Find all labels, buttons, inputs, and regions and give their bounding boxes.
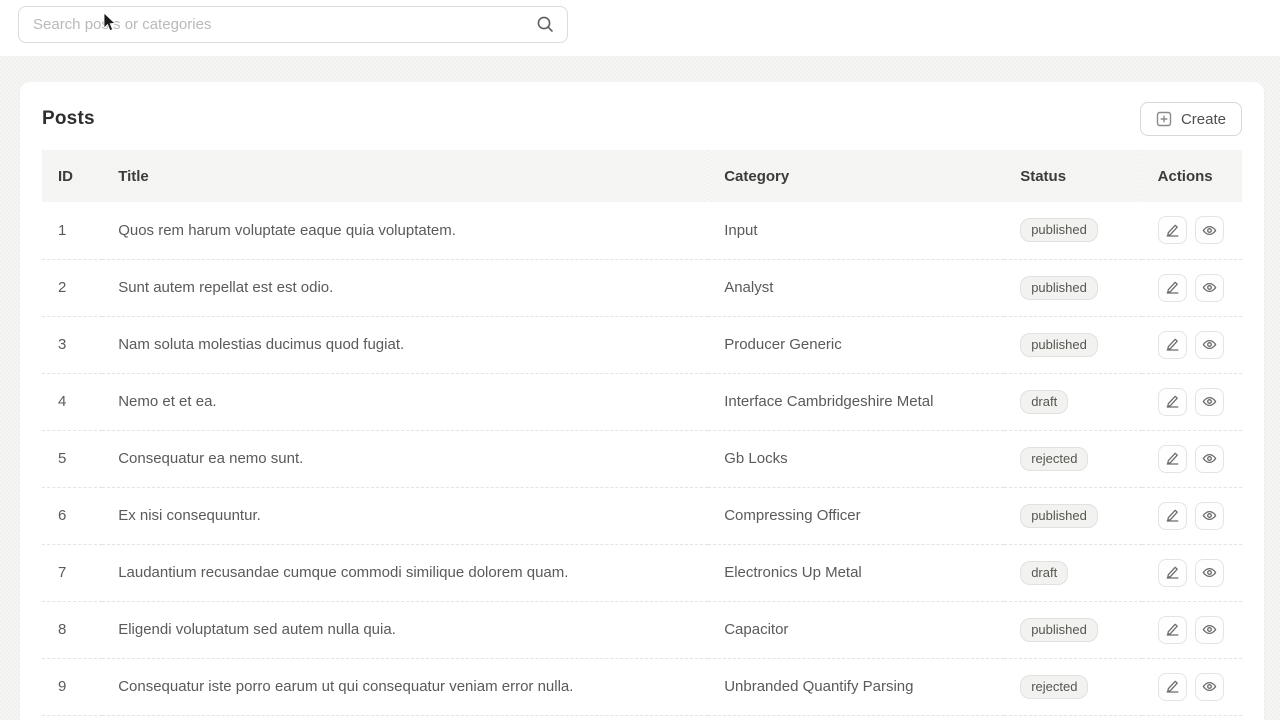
view-button[interactable] [1195,616,1224,644]
edit-button[interactable] [1158,216,1187,244]
post-id: 1 [42,202,102,259]
post-id: 3 [42,316,102,373]
create-button-label: Create [1181,111,1226,128]
table-row: 6 Ex nisi consequuntur. Compressing Offi… [42,487,1242,544]
pencil-icon [1165,451,1180,466]
page-background: Posts Create ID Titl [0,56,1280,720]
page-title: Posts [42,108,95,130]
edit-button[interactable] [1158,445,1187,473]
post-id: 7 [42,544,102,601]
status-badge: published [1020,504,1098,528]
column-header-id: ID [42,150,102,202]
table-row: 1 Quos rem harum voluptate eaque quia vo… [42,202,1242,259]
post-category: Analyst [708,259,1004,316]
post-title: Consequatur iste porro earum ut qui cons… [102,658,708,715]
view-button[interactable] [1195,388,1224,416]
create-button[interactable]: Create [1140,102,1242,136]
edit-button[interactable] [1158,502,1187,530]
view-button[interactable] [1195,274,1224,302]
view-button[interactable] [1195,559,1224,587]
post-category: Compressing Officer [708,487,1004,544]
eye-icon [1202,337,1217,352]
post-id: 5 [42,430,102,487]
table-row: 7 Laudantium recusandae cumque commodi s… [42,544,1242,601]
status-badge: rejected [1020,447,1088,471]
post-title: Laudantium recusandae cumque commodi sim… [102,544,708,601]
post-category: Producer Generic [708,316,1004,373]
eye-icon [1202,451,1217,466]
eye-icon [1202,565,1217,580]
search-input[interactable] [18,6,568,43]
post-id: 6 [42,487,102,544]
column-header-status: Status [1004,150,1141,202]
pencil-icon [1165,508,1180,523]
column-header-category: Category [708,150,1004,202]
edit-button[interactable] [1158,331,1187,359]
edit-button[interactable] [1158,274,1187,302]
pencil-icon [1165,679,1180,694]
post-category: Input [708,202,1004,259]
table-row: 5 Consequatur ea nemo sunt. Gb Locks rej… [42,430,1242,487]
table-row: 4 Nemo et et ea. Interface Cambridgeshir… [42,373,1242,430]
pencil-icon [1165,337,1180,352]
pencil-icon [1165,394,1180,409]
view-button[interactable] [1195,216,1224,244]
view-button[interactable] [1195,331,1224,359]
pencil-icon [1165,622,1180,637]
edit-button[interactable] [1158,616,1187,644]
post-category: Interface Cambridgeshire Metal [708,373,1004,430]
post-title: Consequatur ea nemo sunt. [102,430,708,487]
status-badge: published [1020,218,1098,242]
post-title: Quos rem harum voluptate eaque quia volu… [102,202,708,259]
edit-button[interactable] [1158,559,1187,587]
eye-icon [1202,508,1217,523]
post-title: Sunt autem repellat est est odio. [102,259,708,316]
edit-button[interactable] [1158,673,1187,701]
eye-icon [1202,223,1217,238]
post-category: Gb Locks [708,430,1004,487]
table-row: 3 Nam soluta molestias ducimus quod fugi… [42,316,1242,373]
post-id: 8 [42,601,102,658]
status-badge: rejected [1020,675,1088,699]
post-title: Nemo et et ea. [102,373,708,430]
plus-square-icon [1156,111,1172,127]
post-title: Ex nisi consequuntur. [102,487,708,544]
post-id: 2 [42,259,102,316]
table-row: 8 Eligendi voluptatum sed autem nulla qu… [42,601,1242,658]
pencil-icon [1165,223,1180,238]
search-field [18,6,568,43]
status-badge: draft [1020,561,1068,585]
edit-button[interactable] [1158,388,1187,416]
table-body: 1 Quos rem harum voluptate eaque quia vo… [42,202,1242,715]
status-badge: published [1020,276,1098,300]
post-id: 9 [42,658,102,715]
table-row: 9 Consequatur iste porro earum ut qui co… [42,658,1242,715]
eye-icon [1202,622,1217,637]
pencil-icon [1165,280,1180,295]
posts-card: Posts Create ID Titl [20,82,1264,720]
eye-icon [1202,394,1217,409]
post-category: Electronics Up Metal [708,544,1004,601]
posts-table: ID Title Category Status Actions 1 Quos … [42,150,1242,716]
card-header: Posts Create [42,102,1242,136]
table-row: 2 Sunt autem repellat est est odio. Anal… [42,259,1242,316]
post-title: Nam soluta molestias ducimus quod fugiat… [102,316,708,373]
post-title: Eligendi voluptatum sed autem nulla quia… [102,601,708,658]
column-header-title: Title [102,150,708,202]
column-header-actions: Actions [1142,150,1242,202]
view-button[interactable] [1195,673,1224,701]
view-button[interactable] [1195,502,1224,530]
status-badge: published [1020,618,1098,642]
post-category: Unbranded Quantify Parsing [708,658,1004,715]
pencil-icon [1165,565,1180,580]
status-badge: draft [1020,390,1068,414]
topbar [0,0,1280,56]
post-id: 4 [42,373,102,430]
status-badge: published [1020,333,1098,357]
post-category: Capacitor [708,601,1004,658]
eye-icon [1202,280,1217,295]
view-button[interactable] [1195,445,1224,473]
table-header: ID Title Category Status Actions [42,150,1242,202]
eye-icon [1202,679,1217,694]
